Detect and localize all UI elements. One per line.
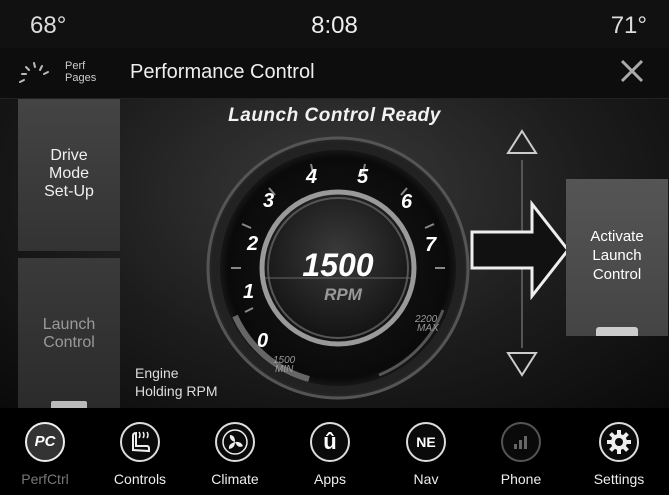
drive-mode-label-2: Mode — [48, 165, 90, 182]
perf-pages-button[interactable]: Perf Pages — [10, 56, 110, 90]
activate-label-2: Launch — [592, 247, 642, 264]
engine-label-line-2: Holding RPM — [135, 383, 218, 399]
gauge-tick-2: 2 — [246, 233, 258, 255]
activate-label-3: Control — [592, 266, 642, 283]
phone-signal-icon — [501, 422, 541, 462]
launch-control-button[interactable]: Launch Control — [18, 258, 120, 408]
dock-label-settings: Settings — [593, 471, 645, 487]
max-label: MAX — [417, 323, 439, 334]
rpm-unit: RPM — [324, 285, 363, 304]
pc-icon: PC — [25, 422, 65, 462]
clock: 8:08 — [311, 12, 358, 39]
fan-icon — [215, 422, 255, 462]
perf-pages-label-2: Pages — [65, 72, 97, 84]
activate-indicator — [596, 327, 638, 336]
dock-label-apps: Apps — [314, 471, 346, 487]
dock-label-perfctrl: PerfCtrl — [21, 471, 69, 487]
dock-nav[interactable]: NE Nav — [389, 408, 463, 495]
pc-glyph: PC — [34, 433, 56, 450]
dock-perfctrl[interactable]: PC PerfCtrl — [8, 408, 82, 495]
engine-label-line-1: Engine — [135, 365, 179, 381]
perf-pages-gauge-icon — [19, 62, 49, 83]
bottom-dock: PC PerfCtrl Controls Climate û Apps NE N… — [0, 408, 669, 495]
gear-icon — [599, 422, 639, 462]
page-title: Performance Control — [130, 61, 315, 83]
selected-indicator — [51, 401, 87, 408]
nav-glyph: NE — [416, 434, 436, 450]
dock-label-climate: Climate — [211, 471, 259, 487]
dock-climate[interactable]: Climate — [198, 408, 272, 495]
min-label: MIN — [275, 364, 294, 375]
gauge-tick-6: 6 — [401, 191, 413, 213]
drive-mode-label-1: Drive — [50, 147, 88, 164]
close-button[interactable] — [617, 56, 647, 86]
uconnect-screen: 68° 8:08 71° Perf Pages Performance Cont — [0, 0, 669, 495]
apps-icon: û — [310, 422, 350, 462]
dock-apps[interactable]: û Apps — [293, 408, 367, 495]
rpm-value: 1500 — [302, 247, 373, 283]
compass-icon: NE — [406, 422, 446, 462]
perf-pages-label-1: Perf — [65, 60, 86, 72]
drive-mode-label-3: Set-Up — [44, 183, 94, 200]
apps-glyph: û — [323, 429, 337, 454]
launch-control-label-1: Launch — [42, 316, 96, 333]
seat-heat-icon — [120, 422, 160, 462]
drive-mode-setup-button[interactable]: Drive Mode Set-Up — [18, 99, 120, 251]
gauge-tick-5: 5 — [357, 166, 369, 188]
close-icon — [620, 59, 644, 83]
gauge-tick-3: 3 — [263, 190, 274, 212]
title-bar: Perf Pages Performance Control — [0, 48, 669, 99]
dock-label-phone: Phone — [500, 471, 542, 487]
activate-launch-control-button[interactable]: Activate Launch Control — [566, 179, 668, 336]
dock-controls[interactable]: Controls — [103, 408, 177, 495]
dock-label-nav: Nav — [413, 471, 439, 487]
rpm-up-arrow-icon[interactable] — [505, 128, 539, 156]
rpm-down-arrow-icon[interactable] — [505, 350, 539, 378]
gauge-tick-0: 0 — [257, 330, 268, 352]
gauge-tick-4: 4 — [305, 166, 317, 188]
engine-holding-rpm-label: Engine Holding RPM — [135, 364, 265, 400]
dock-phone[interactable]: Phone — [484, 408, 558, 495]
launch-control-label-2: Control — [43, 334, 95, 351]
gauge-tick-7: 7 — [425, 234, 437, 256]
activate-label-1: Activate — [590, 228, 644, 245]
dock-settings[interactable]: Settings — [582, 408, 656, 495]
passenger-temperature[interactable]: 71° — [611, 12, 647, 40]
dock-label-controls: Controls — [113, 471, 167, 487]
activate-arrow-icon — [470, 200, 570, 300]
status-bar: 68° 8:08 71° — [0, 0, 669, 48]
gauge-tick-1: 1 — [243, 281, 254, 303]
